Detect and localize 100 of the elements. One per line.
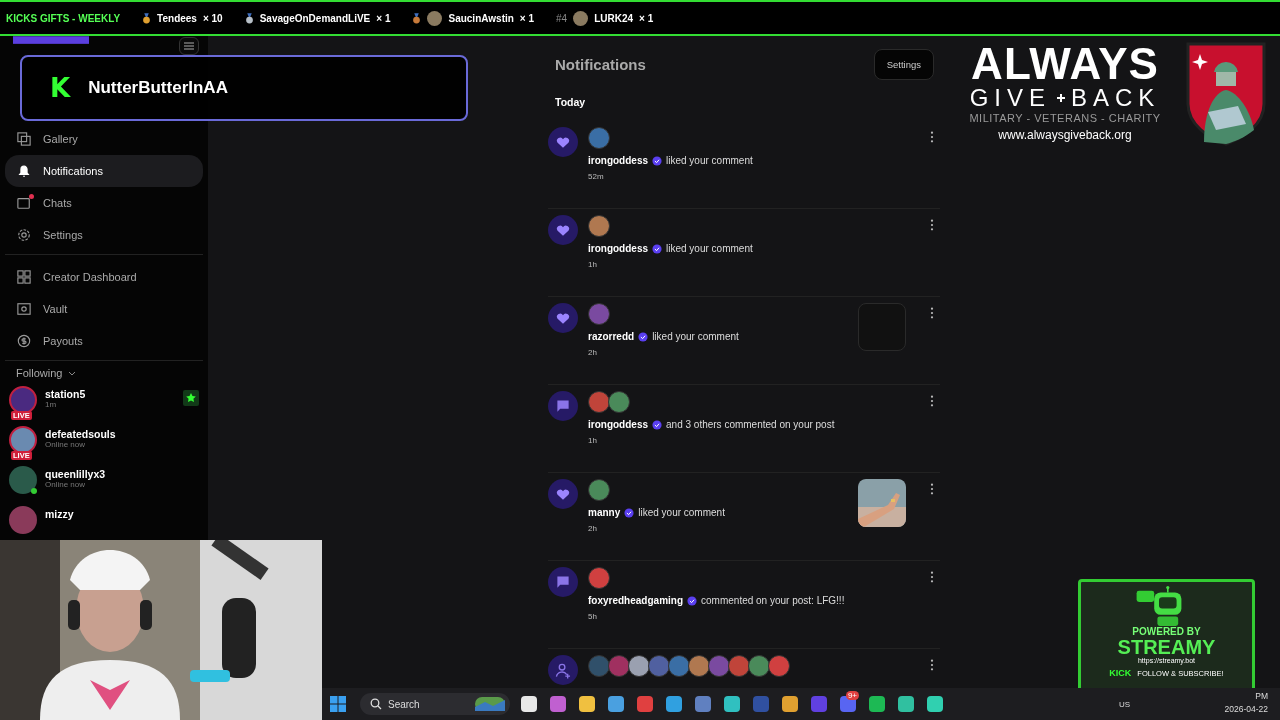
avatar <box>588 303 610 325</box>
avatar <box>728 655 750 677</box>
donor-name: Tendees <box>157 12 197 24</box>
logo-icon <box>13 36 89 46</box>
following-label[interactable]: Following <box>16 367 63 379</box>
post-thumbnail[interactable] <box>858 303 906 351</box>
user-name: mizzy <box>45 508 75 520</box>
language-indicator[interactable]: US <box>1118 699 1130 709</box>
avatar <box>588 391 610 413</box>
user-name: defeatedsouls <box>45 428 117 440</box>
logo-title: ALWAYS <box>971 42 1159 86</box>
notification-text: liked your comment <box>666 243 753 254</box>
user-name: queenlillyx3 <box>45 468 107 480</box>
ticker-title: KICKS GIFTS - WEEKLY <box>6 12 121 24</box>
user-name[interactable]: razorredd <box>588 331 635 342</box>
plus-icon <box>1057 94 1065 102</box>
dollar-icon <box>17 334 31 348</box>
gift-count: × 1 <box>639 12 654 24</box>
follower-name: NutterButterInAA <box>88 78 228 98</box>
followed-user[interactable]: queenlillyx3 Online now <box>5 466 203 501</box>
powered-by-label: POWERED BY <box>1132 626 1201 637</box>
bell-icon <box>17 164 31 178</box>
user-name[interactable]: foxyredheadgaming <box>588 595 684 606</box>
nav-item[interactable]: Payouts <box>5 325 203 357</box>
windows-start-icon[interactable] <box>330 696 346 712</box>
chevron-down-icon[interactable] <box>68 370 77 376</box>
settings-icon <box>17 228 31 242</box>
more-icon[interactable] <box>930 307 934 319</box>
menu-button[interactable] <box>179 37 199 55</box>
kick-label: KICK <box>1109 668 1132 678</box>
avatar <box>628 655 650 677</box>
user-name[interactable]: irongoddess <box>588 155 648 166</box>
gift-count: × 10 <box>202 12 223 24</box>
time-ago: 52m <box>588 172 605 181</box>
user-status: 1m <box>45 400 58 409</box>
comment-icon <box>548 567 578 597</box>
nav-item[interactable]: Settings <box>5 219 203 251</box>
clock-date[interactable]: 2026-04-22 <box>1224 704 1268 714</box>
user-name[interactable]: irongoddess <box>588 419 648 430</box>
notification-text: liked your comment <box>638 507 725 518</box>
user-name: station5 <box>45 388 87 400</box>
avatar <box>588 479 610 501</box>
user-name[interactable]: irongoddess <box>588 243 648 254</box>
logo-tagline: MILITARY - VETERANS - CHARITY <box>969 112 1161 124</box>
user-name[interactable]: manny <box>588 507 621 518</box>
donor-name: SavageOnDemandLiVE <box>259 12 371 24</box>
more-icon[interactable] <box>930 131 934 143</box>
gallery-icon <box>17 132 31 146</box>
user-status: Online now <box>45 480 87 489</box>
time-ago: 5h <box>588 612 598 621</box>
avatar <box>588 127 610 149</box>
notification-text: liked your comment <box>652 331 739 342</box>
notification-text: commented on your post: LFG!!! <box>701 595 845 606</box>
avatar <box>648 655 670 677</box>
user-status: Online now <box>45 440 87 449</box>
avatar <box>608 655 630 677</box>
followed-user[interactable]: mizzy <box>5 506 203 541</box>
vault-icon <box>17 302 31 316</box>
notification-text: and 3 others commented on your post <box>666 419 835 430</box>
avatar <box>608 391 630 413</box>
avatar <box>688 655 710 677</box>
website-url: www.alwaysgiveback.org <box>998 128 1132 142</box>
rank-label: #4 <box>556 12 568 24</box>
dashboard-icon <box>17 270 31 284</box>
more-icon[interactable] <box>930 395 934 407</box>
time-ago: 1h <box>588 260 598 269</box>
avatar <box>668 655 690 677</box>
comment-icon <box>548 391 578 421</box>
logo-subtitle: GIVE <box>969 86 1051 110</box>
more-icon[interactable] <box>930 571 934 583</box>
avatar <box>588 567 610 589</box>
time-ago: 2h <box>588 348 598 357</box>
search-icon <box>370 698 382 710</box>
time-ago: 1h <box>588 436 598 445</box>
avatar <box>708 655 730 677</box>
more-icon[interactable] <box>930 659 934 671</box>
alert-logo: K <box>50 73 71 103</box>
streamy-title: STREAMY <box>1117 637 1216 657</box>
avatar <box>748 655 770 677</box>
avatar <box>768 655 790 677</box>
section-heading: Today <box>554 95 587 110</box>
settings-button[interactable]: Settings <box>873 49 934 80</box>
nav-item[interactable]: Chats <box>5 187 203 219</box>
notification-text: liked your comment <box>666 155 753 166</box>
more-icon[interactable] <box>930 483 934 495</box>
donor-name: SaucinAwstin <box>448 12 514 24</box>
user-avatar <box>9 386 37 414</box>
nav-item[interactable]: Creator Dashboard <box>5 261 203 293</box>
notification-badge: 9+ <box>845 691 859 700</box>
more-icon[interactable] <box>930 219 934 231</box>
donor-name: LURK24 <box>594 12 634 24</box>
avatar <box>588 655 610 677</box>
user-avatar <box>9 506 37 534</box>
soldier-shield-icon <box>1186 42 1266 146</box>
nav-item[interactable]: Vault <box>5 293 203 325</box>
clock-time[interactable]: PM <box>1255 691 1268 701</box>
avatar <box>588 215 610 237</box>
add-user-icon <box>548 655 578 685</box>
nav-item[interactable]: Notifications <box>5 155 203 187</box>
nav-item[interactable]: Gallery <box>5 123 203 155</box>
